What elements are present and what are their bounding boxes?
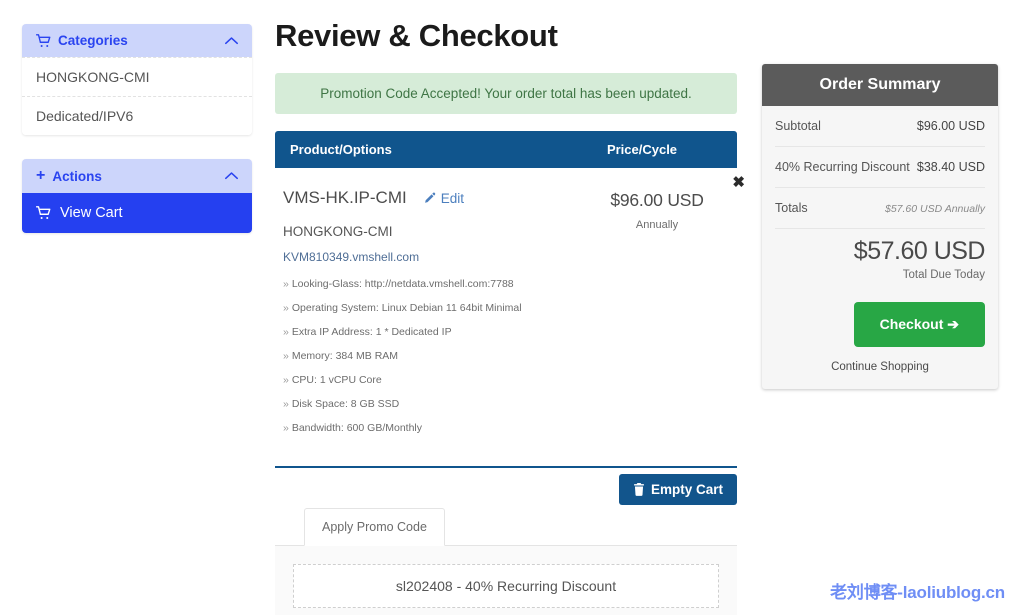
summary-row-label: Subtotal [775, 119, 821, 133]
product-group: HONGKONG-CMI [283, 224, 577, 239]
actions-panel-header[interactable]: + Actions [22, 159, 252, 193]
cart-icon [36, 34, 51, 48]
chevron-up-icon[interactable] [225, 170, 238, 182]
spec-item: »Extra IP Address: 1 * Dedicated IP [283, 326, 577, 338]
column-header-price: Price/Cycle [562, 142, 722, 157]
actions-panel-title: Actions [52, 169, 102, 184]
trash-icon [633, 483, 645, 496]
applied-promo-code: sl202408 - 40% Recurring Discount [293, 564, 719, 608]
order-summary-panel: Order Summary Subtotal $96.00 USD 40% Re… [762, 64, 998, 389]
cart-item-price-cell: $96.00 USD Annually [577, 188, 737, 446]
sidebar-item-view-cart[interactable]: View Cart [22, 193, 252, 233]
spec-item: »Bandwidth: 600 GB/Monthly [283, 422, 577, 434]
categories-panel-header[interactable]: Categories [22, 24, 252, 57]
summary-row-totals: Totals $57.60 USD Annually [775, 188, 985, 229]
promo-tab-panel: sl202408 - 40% Recurring Discount Remove… [275, 545, 737, 615]
checkout-page: Categories HONGKONG-CMI Dedicated/IPV6 +… [0, 0, 1024, 615]
spec-item: »Disk Space: 8 GB SSD [283, 398, 577, 410]
checkout-button[interactable]: Checkout ➔ [854, 302, 985, 347]
product-name: VMS-HK.IP-CMI [283, 188, 407, 208]
summary-row-discount: 40% Recurring Discount $38.40 USD [775, 147, 985, 188]
summary-row-value: $57.60 USD Annually [885, 203, 985, 215]
sidebar-item-hongkong-cmi[interactable]: HONGKONG-CMI [22, 57, 252, 96]
column-header-product: Product/Options [290, 142, 562, 157]
spec-item: »Looking-Glass: http://netdata.vmshell.c… [283, 278, 577, 290]
promo-tabs: Apply Promo Code [275, 508, 737, 546]
item-price: $96.00 USD [577, 190, 737, 211]
summary-row-subtotal: Subtotal $96.00 USD [775, 106, 985, 147]
total-due-label: Total Due Today [775, 269, 985, 281]
site-watermark: 老刘博客-laoliublog.cn [830, 578, 1005, 603]
edit-label: Edit [441, 191, 464, 206]
categories-panel: Categories HONGKONG-CMI Dedicated/IPV6 [22, 24, 252, 135]
product-domain[interactable]: KVM810349.vmshell.com [283, 250, 577, 264]
categories-panel-title: Categories [58, 33, 128, 48]
plus-icon: + [36, 168, 45, 184]
sidebar-item-dedicated-ipv6[interactable]: Dedicated/IPV6 [22, 96, 252, 135]
empty-cart-button[interactable]: Empty Cart [619, 474, 737, 505]
spec-item: »CPU: 1 vCPU Core [283, 374, 577, 386]
cart-table-header: Product/Options Price/Cycle [275, 131, 737, 168]
continue-shopping-link[interactable]: Continue Shopping [775, 361, 985, 373]
tab-apply-promo-code[interactable]: Apply Promo Code [304, 508, 445, 546]
summary-row-label: Totals [775, 201, 808, 215]
summary-row-value: $96.00 USD [917, 119, 985, 133]
sidebar-item-label: View Cart [60, 205, 123, 221]
chevron-up-icon[interactable] [225, 35, 238, 47]
total-due-amount: $57.60 USD [775, 237, 985, 266]
item-billing-cycle: Annually [577, 219, 737, 231]
actions-panel: + Actions View Cart [22, 159, 252, 233]
empty-cart-label: Empty Cart [651, 482, 723, 497]
order-summary-body: Subtotal $96.00 USD 40% Recurring Discou… [762, 106, 998, 389]
spec-item: »Operating System: Linux Debian 11 64bit… [283, 302, 577, 314]
edit-product-link[interactable]: Edit [423, 191, 464, 206]
cart-item-details: VMS-HK.IP-CMI Edit HONGKONG-CMI KVM81034… [275, 188, 577, 446]
summary-row-label: 40% Recurring Discount [775, 160, 910, 174]
spec-item: »Memory: 384 MB RAM [283, 350, 577, 362]
page-title: Review & Checkout [275, 18, 737, 54]
main-content: Review & Checkout Promotion Code Accepte… [275, 18, 737, 615]
sidebar: Categories HONGKONG-CMI Dedicated/IPV6 +… [22, 24, 252, 257]
pencil-icon [423, 192, 436, 205]
summary-row-value: $38.40 USD [917, 160, 985, 174]
cart-icon [36, 206, 51, 220]
promo-success-alert: Promotion Code Accepted! Your order tota… [275, 73, 737, 114]
close-icon[interactable]: ✖ [732, 175, 745, 190]
cart-divider [275, 466, 737, 468]
cart-item-row: VMS-HK.IP-CMI Edit HONGKONG-CMI KVM81034… [275, 168, 737, 452]
order-summary-title: Order Summary [762, 64, 998, 106]
